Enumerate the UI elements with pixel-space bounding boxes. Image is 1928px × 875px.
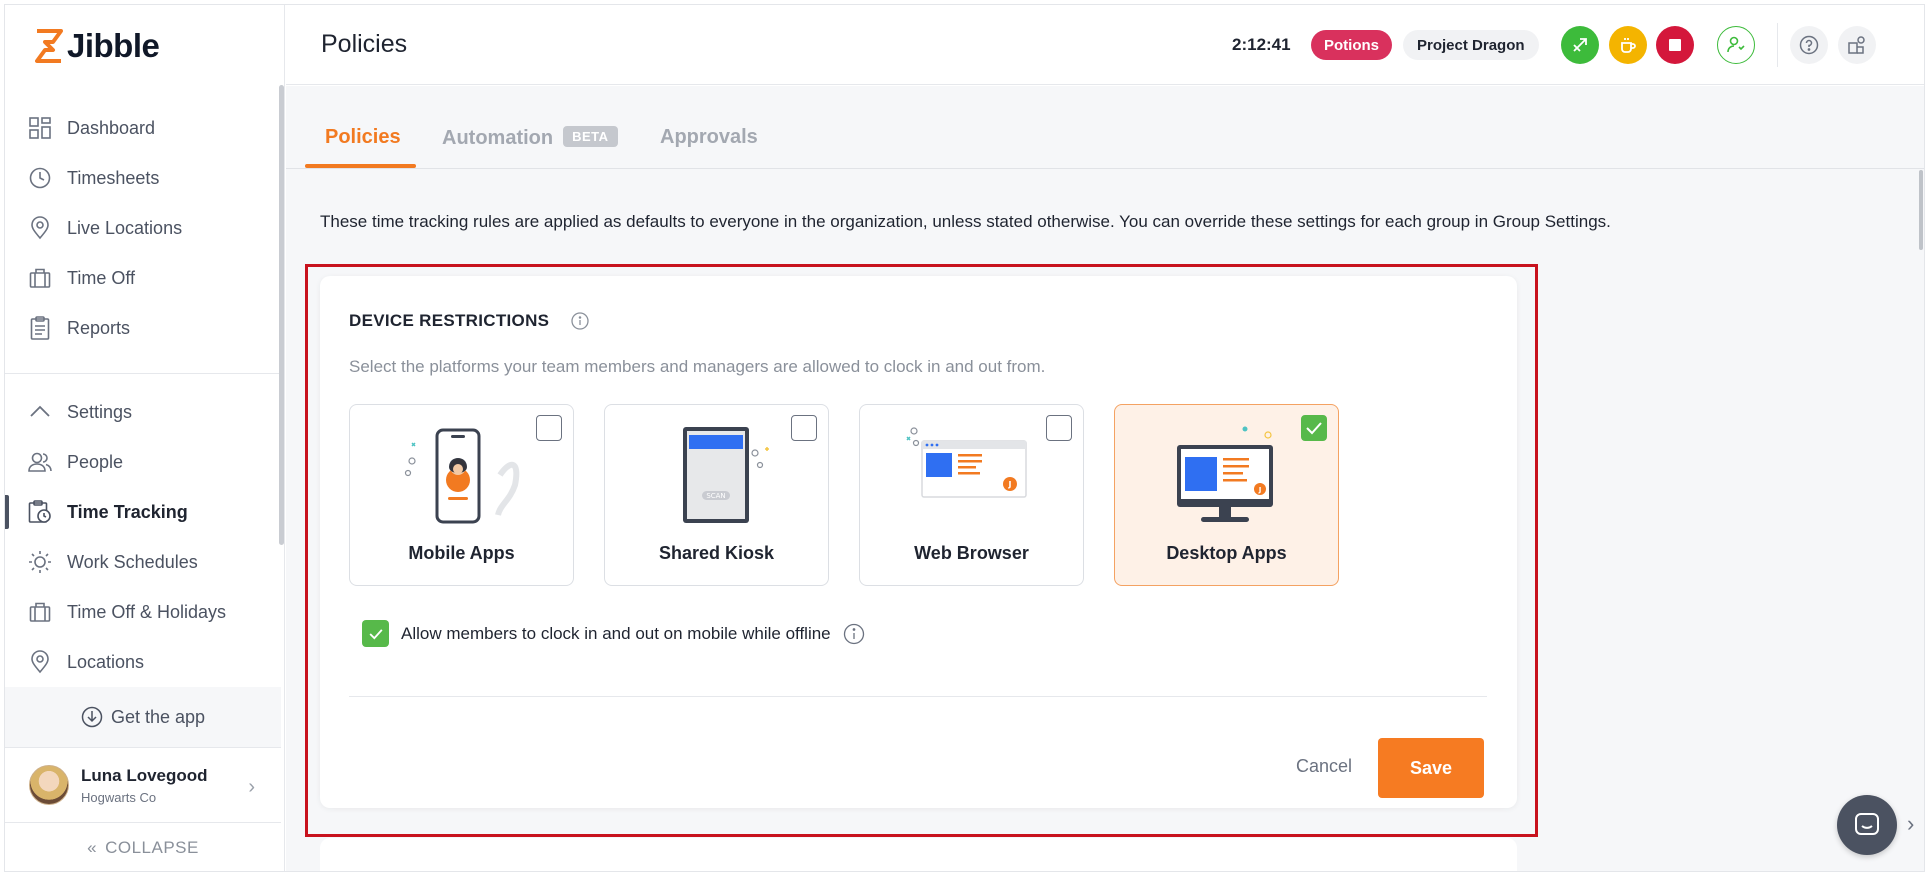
- activity-badge[interactable]: Potions: [1311, 30, 1392, 60]
- chevron-up-icon: [27, 399, 53, 425]
- org-gear-icon: [1848, 36, 1865, 54]
- stop-icon: [1669, 39, 1681, 51]
- sidebar-item-label: Timesheets: [67, 167, 160, 188]
- tab-label: Policies: [325, 126, 401, 148]
- stop-timer-button[interactable]: [1656, 26, 1694, 64]
- sidebar-item-live-locations[interactable]: Live Locations: [5, 203, 281, 253]
- sidebar-nav: Dashboard Timesheets Live Locations Time…: [5, 103, 281, 687]
- switch-arrows-icon: [1573, 38, 1587, 52]
- chevron-right-icon[interactable]: ›: [1907, 811, 1914, 837]
- logo-text: Jibble: [67, 27, 160, 64]
- sidebar-item-label: Time Off & Holidays: [67, 601, 227, 622]
- sidebar-item-label: Time Tracking: [67, 501, 188, 522]
- logo[interactable]: Jibble: [35, 27, 160, 65]
- collapse-label: COLLAPSE: [105, 838, 199, 857]
- sidebar-item-label: Live Locations: [67, 217, 183, 238]
- sidebar-item-locations[interactable]: Locations: [5, 637, 281, 687]
- tab-label: Automation: [442, 127, 554, 149]
- sidebar: Jibble Dashboard Timesheets Live Locatio…: [5, 5, 285, 871]
- tab-bar: Policies Automation BETA Approvals: [286, 86, 1924, 169]
- organization-settings-button[interactable]: [1838, 26, 1876, 64]
- download-icon: [81, 706, 103, 728]
- next-settings-card: [320, 838, 1517, 871]
- sidebar-item-label: Reports: [67, 317, 131, 338]
- sidebar-item-label: Work Schedules: [67, 551, 198, 572]
- user-name: Luna Lovegood: [81, 765, 208, 785]
- sun-icon: [27, 549, 53, 575]
- collapse-button[interactable]: « COLLAPSE: [5, 823, 281, 871]
- sidebar-item-work-schedules[interactable]: Work Schedules: [5, 537, 281, 587]
- sidebar-item-people[interactable]: People: [5, 437, 281, 487]
- sidebar-item-time-off[interactable]: Time Off: [5, 253, 281, 303]
- highlight-outline: [305, 264, 1538, 837]
- sidebar-item-time-off-holidays[interactable]: Time Off & Holidays: [5, 587, 281, 637]
- user-clock-icon: [1727, 36, 1745, 53]
- sidebar-item-label: People: [67, 451, 124, 472]
- sidebar-item-timesheets[interactable]: Timesheets: [5, 153, 281, 203]
- app-window: Jibble Dashboard Timesheets Live Locatio…: [4, 4, 1925, 872]
- time-tracking-icon: [27, 499, 53, 525]
- tab-label: Approvals: [660, 126, 758, 148]
- intro-text: These time tracking rules are applied as…: [320, 212, 1611, 231]
- question-icon: [1799, 35, 1819, 55]
- chevron-right-icon: ›: [248, 776, 255, 798]
- user-organization: Hogwarts Co: [81, 789, 157, 805]
- tab-policies[interactable]: Policies: [325, 126, 401, 149]
- tab-automation[interactable]: Automation BETA: [442, 126, 618, 150]
- coffee-cup-icon: [1621, 38, 1636, 53]
- top-header: Policies 2:12:41 Potions Project Dragon: [286, 5, 1924, 85]
- sidebar-scrollbar[interactable]: [279, 85, 284, 545]
- page-title: Policies: [321, 30, 408, 58]
- clock-in-members-button[interactable]: [1717, 26, 1755, 64]
- sidebar-item-reports[interactable]: Reports: [5, 303, 281, 353]
- double-chevron-left-icon: «: [87, 838, 98, 857]
- clipboard-icon: [27, 315, 53, 341]
- chat-support-button[interactable]: [1837, 795, 1897, 855]
- switch-activity-button[interactable]: [1561, 26, 1599, 64]
- suitcase-icon: [27, 599, 53, 625]
- sidebar-item-label: Time Off: [67, 267, 136, 288]
- sidebar-item-label: Locations: [67, 651, 145, 672]
- clock-icon: [27, 165, 53, 191]
- chat-bubble-icon: [1855, 813, 1879, 835]
- location-pin-icon: [27, 649, 53, 675]
- people-icon: [27, 449, 53, 475]
- timer-display: 2:12:41: [1232, 35, 1291, 54]
- sidebar-item-time-tracking[interactable]: Time Tracking: [5, 487, 281, 537]
- sidebar-divider: [5, 373, 281, 374]
- sidebar-item-label: Settings: [67, 401, 133, 422]
- sidebar-item-label: Dashboard: [67, 117, 156, 138]
- get-the-app-label: Get the app: [110, 706, 206, 727]
- content-scrollbar[interactable]: [1919, 170, 1923, 250]
- suitcase-icon: [27, 265, 53, 291]
- sidebar-item-dashboard[interactable]: Dashboard: [5, 103, 281, 153]
- main-content: Policies Automation BETA Approvals These …: [286, 86, 1924, 871]
- project-badge[interactable]: Project Dragon: [1403, 30, 1539, 60]
- location-pin-icon: [27, 215, 53, 241]
- sidebar-item-settings[interactable]: Settings: [5, 387, 281, 437]
- dashboard-icon: [27, 115, 53, 141]
- help-button[interactable]: [1790, 26, 1828, 64]
- jibble-logo-icon: [35, 29, 63, 63]
- break-button[interactable]: [1609, 26, 1647, 64]
- beta-badge: BETA: [563, 126, 618, 147]
- tab-approvals[interactable]: Approvals: [660, 126, 758, 149]
- get-the-app-button[interactable]: Get the app: [5, 687, 281, 747]
- active-tab-indicator: [305, 164, 416, 168]
- header-divider: [1777, 23, 1778, 67]
- avatar: [29, 765, 69, 805]
- user-profile[interactable]: Luna Lovegood Hogwarts Co ›: [5, 747, 281, 823]
